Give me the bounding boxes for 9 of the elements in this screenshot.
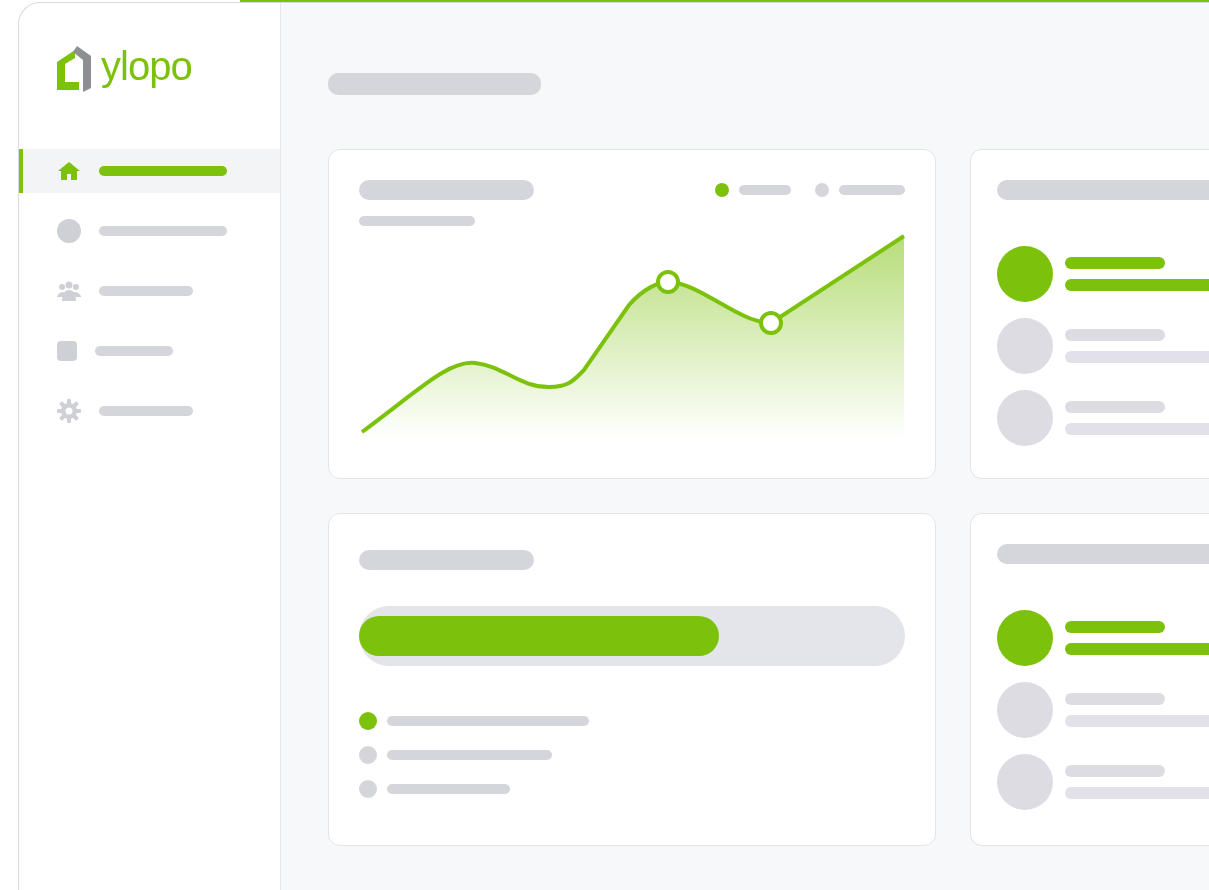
people-icon (57, 281, 81, 301)
placeholder-bar (839, 185, 905, 195)
settings-icon (57, 399, 81, 423)
placeholder-bar (739, 185, 791, 195)
square-icon (57, 341, 77, 361)
logo-text: ylopo (101, 46, 192, 90)
home-icon (57, 161, 81, 181)
nav-item[interactable] (19, 149, 280, 193)
circle-icon (57, 219, 81, 243)
